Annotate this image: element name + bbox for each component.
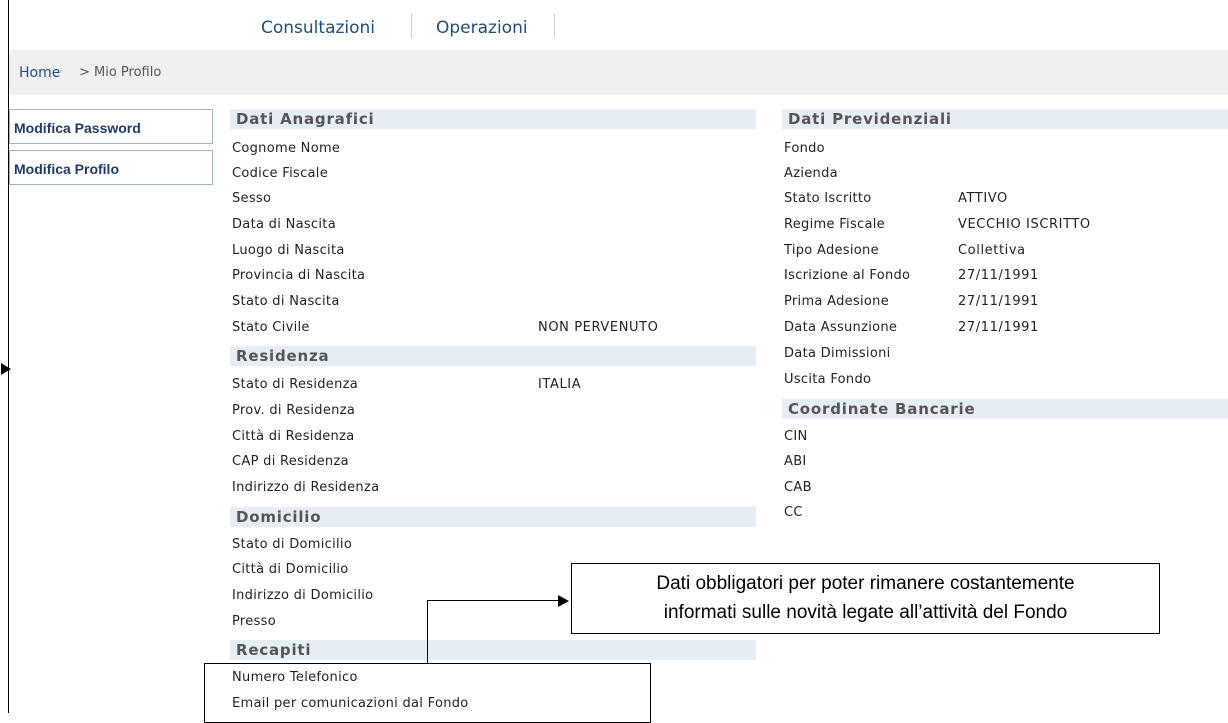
annotation-arrow-icon (1, 363, 11, 375)
nav-consultazioni[interactable]: Consultazioni (261, 18, 375, 38)
label-cab: CAB (784, 480, 812, 495)
label-iscrizione-fondo: Iscrizione al Fondo (784, 268, 911, 283)
value-data-assunzione: 27/11/1991 (958, 320, 1039, 335)
value-stato-civile: NON PERVENUTO (538, 320, 659, 335)
label-stato-nascita: Stato di Nascita (232, 294, 340, 309)
label-indirizzo-domicilio: Indirizzo di Domicilio (232, 588, 374, 603)
label-cognome-nome: Cognome Nome (232, 141, 341, 156)
section-dati-anagrafici: Dati Anagrafici (230, 109, 756, 129)
label-uscita-fondo: Uscita Fondo (784, 372, 872, 387)
label-sesso: Sesso (232, 191, 272, 206)
breadcrumb-separator: > (79, 65, 90, 80)
annotation-connector-vertical (427, 600, 428, 664)
label-prov-residenza: Prov. di Residenza (232, 403, 356, 418)
value-prima-adesione: 27/11/1991 (958, 294, 1039, 309)
section-residenza: Residenza (230, 346, 756, 366)
value-iscrizione-fondo: 27/11/1991 (958, 268, 1039, 283)
annotation-connector-horizontal (427, 600, 559, 601)
label-stato-iscritto: Stato Iscritto (784, 191, 872, 206)
redacted-area (440, 130, 740, 313)
value-stato-residenza: ITALIA (538, 377, 582, 392)
label-citta-residenza: Città di Residenza (232, 429, 355, 444)
annotation-frame-line (8, 0, 9, 713)
section-recapiti: Recapiti (230, 640, 756, 660)
annotation-callout: Dati obbligatori per poter rimanere cost… (571, 563, 1160, 634)
breadcrumb: Home > Mio Profilo (9, 50, 1228, 95)
label-cap-residenza: CAP di Residenza (232, 454, 349, 469)
nav-separator (411, 14, 412, 38)
value-regime-fiscale: VECCHIO ISCRITTO (958, 217, 1091, 232)
top-navigation: Consultazioni Operazioni (9, 0, 1228, 50)
label-stato-civile: Stato Civile (232, 320, 310, 335)
label-stato-residenza: Stato di Residenza (232, 377, 359, 392)
label-stato-domicilio: Stato di Domicilio (232, 537, 353, 552)
label-data-dimissioni: Data Dimissioni (784, 346, 891, 361)
label-tipo-adesione: Tipo Adesione (784, 243, 879, 258)
value-stato-iscritto: ATTIVO (958, 191, 1008, 206)
redacted-area (948, 130, 1196, 182)
nav-operazioni[interactable]: Operazioni (436, 18, 528, 38)
redacted-area (535, 400, 690, 496)
label-provincia-nascita: Provincia di Nascita (232, 268, 366, 283)
breadcrumb-current: Mio Profilo (94, 65, 162, 80)
nav-separator (554, 14, 555, 38)
annotation-highlight-box (204, 663, 651, 723)
label-azienda: Azienda (784, 166, 838, 181)
label-cc: CC (784, 505, 803, 520)
label-abi: ABI (784, 454, 807, 469)
callout-line-1: Dati obbligatori per poter rimanere cost… (656, 573, 1075, 594)
modifica-password-button[interactable]: Modifica Password (9, 109, 213, 144)
breadcrumb-home-link[interactable]: Home (19, 65, 60, 81)
section-domicilio: Domicilio (230, 507, 756, 527)
value-tipo-adesione: Collettiva (958, 243, 1026, 258)
annotation-arrow-icon (558, 595, 569, 607)
callout-line-2: informati sulle novità legate all’attivi… (663, 602, 1068, 623)
label-luogo-nascita: Luogo di Nascita (232, 243, 345, 258)
label-citta-domicilio: Città di Domicilio (232, 562, 349, 577)
label-presso: Presso (232, 614, 276, 629)
label-regime-fiscale: Regime Fiscale (784, 217, 885, 232)
label-data-nascita: Data di Nascita (232, 217, 336, 232)
section-dati-previdenziali: Dati Previdenziali (782, 109, 1228, 129)
label-cin: CIN (784, 429, 808, 444)
label-data-assunzione: Data Assunzione (784, 320, 898, 335)
label-codice-fiscale: Codice Fiscale (232, 166, 329, 181)
section-coordinate-bancarie: Coordinate Bancarie (782, 399, 1228, 419)
label-prima-adesione: Prima Adesione (784, 294, 890, 309)
label-fondo: Fondo (784, 141, 825, 156)
modifica-profilo-button[interactable]: Modifica Profilo (9, 150, 213, 185)
label-indirizzo-residenza: Indirizzo di Residenza (232, 480, 380, 495)
